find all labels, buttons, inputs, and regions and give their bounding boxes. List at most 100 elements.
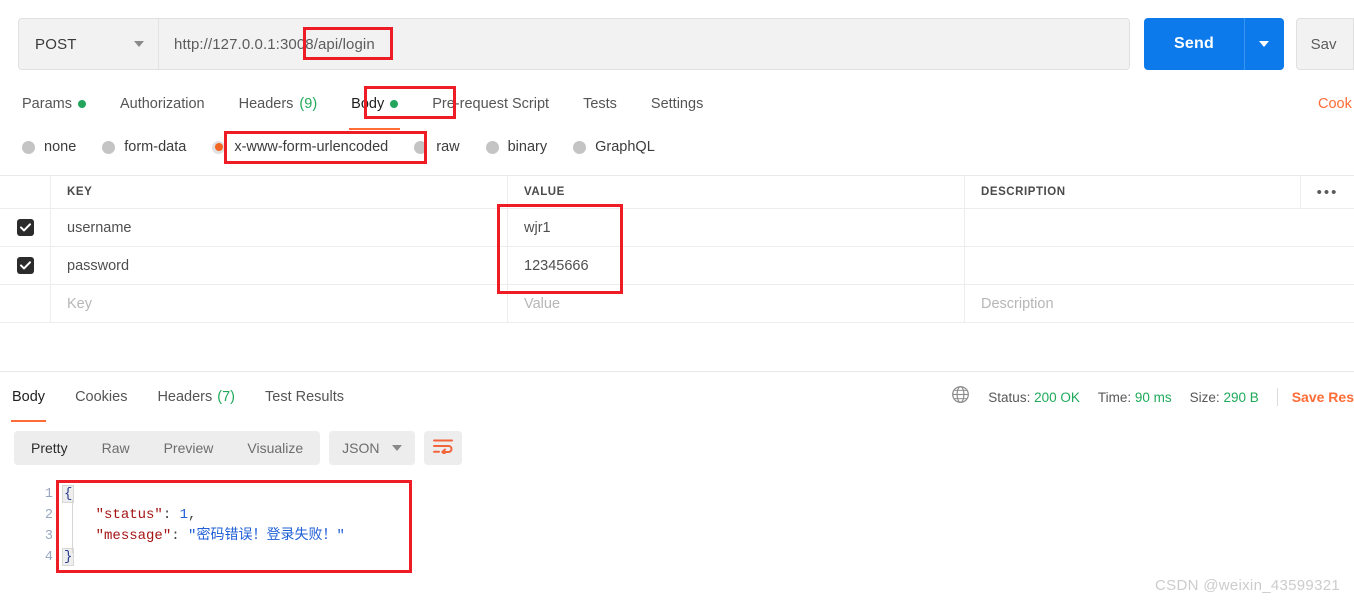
- radio-binary[interactable]: binary: [485, 139, 547, 155]
- code-key-message: "message": [95, 528, 172, 544]
- postman-window: POST http://127.0.0.1:3008/api/login Sen…: [0, 0, 1354, 604]
- empty-value-cell[interactable]: Value: [508, 285, 965, 322]
- size-item: Size: 290 B: [1190, 390, 1259, 405]
- response-tab-cookies-label: Cookies: [75, 389, 128, 405]
- tab-tests[interactable]: Tests: [583, 86, 617, 122]
- request-tabs: Params Authorization Headers (9) Body Pr…: [0, 86, 1354, 130]
- size-value: 290 B: [1223, 389, 1259, 405]
- radio-raw-label: raw: [436, 139, 460, 155]
- tab-tests-label: Tests: [583, 96, 617, 112]
- green-dot-icon: [390, 100, 399, 108]
- header-checkbox-cell: [0, 176, 51, 208]
- radio-selected-icon: [212, 140, 226, 154]
- radio-icon: [414, 140, 428, 154]
- checkbox-checked-icon[interactable]: [16, 219, 34, 236]
- word-wrap-button[interactable]: [423, 431, 462, 465]
- code-close-brace: }: [62, 548, 75, 566]
- response-tab-headers-count: (7): [217, 389, 235, 405]
- url-input[interactable]: http://127.0.0.1:3008/api/login: [159, 19, 1129, 69]
- chevron-down-icon: [391, 445, 402, 451]
- tab-params[interactable]: Params: [22, 86, 86, 122]
- status-label: Status:: [988, 389, 1031, 405]
- row-checkbox-cell[interactable]: [0, 209, 51, 246]
- code-content[interactable]: { "status": 1, "message": "密码错误！登录失败！" }: [62, 480, 1354, 580]
- radio-x-www-form-urlencoded-label: x-www-form-urlencoded: [234, 139, 389, 155]
- send-options-button[interactable]: [1245, 18, 1284, 70]
- tab-body[interactable]: Body: [349, 86, 401, 130]
- radio-icon: [102, 140, 116, 154]
- row-description-cell[interactable]: [965, 247, 1354, 284]
- radio-graphql-label: GraphQL: [595, 139, 655, 155]
- word-wrap-icon: [432, 438, 453, 459]
- status-value: 200 OK: [1034, 389, 1080, 405]
- tab-params-label: Params: [22, 96, 72, 112]
- table-empty-row: Key Value Description: [0, 285, 1354, 323]
- format-tab-pretty[interactable]: Pretty: [14, 431, 85, 465]
- empty-key-cell[interactable]: Key: [51, 285, 508, 322]
- response-tab-test-results[interactable]: Test Results: [265, 379, 344, 415]
- tab-pre-request-script-label: Pre-request Script: [432, 96, 550, 112]
- tab-settings[interactable]: Settings: [651, 86, 703, 122]
- code-line-3: "message": "密码错误！登录失败！": [62, 526, 1354, 547]
- response-meta-bar: Status: 200 OK Time: 90 ms Size: 290 B S…: [951, 379, 1354, 415]
- tab-authorization[interactable]: Authorization: [120, 86, 205, 122]
- tab-pre-request-script[interactable]: Pre-request Script: [432, 86, 549, 122]
- table-row: username wjr1: [0, 209, 1354, 247]
- method-url-group: POST http://127.0.0.1:3008/api/login: [18, 18, 1130, 70]
- save-button[interactable]: Sav: [1295, 18, 1354, 70]
- row-value-cell[interactable]: 12345666: [508, 247, 965, 284]
- code-line-4: }: [62, 547, 1354, 568]
- code-line-numbers: 1 2 3 4: [0, 480, 62, 580]
- line-number: 1: [44, 487, 53, 502]
- tab-body-label: Body: [351, 96, 385, 112]
- format-tab-visualize[interactable]: Visualize: [230, 431, 320, 465]
- table-header-row: KEY VALUE DESCRIPTION •••: [0, 176, 1354, 209]
- radio-icon: [573, 140, 587, 154]
- header-description-label: DESCRIPTION: [981, 186, 1066, 198]
- empty-key-placeholder: Key: [67, 295, 92, 312]
- code-comma: ,: [188, 507, 197, 523]
- row-description-cell[interactable]: [965, 209, 1354, 246]
- send-button[interactable]: Send: [1144, 18, 1244, 70]
- response-tab-headers[interactable]: Headers (7): [157, 379, 235, 415]
- table-row: password 12345666: [0, 247, 1354, 285]
- radio-x-www-form-urlencoded[interactable]: x-www-form-urlencoded: [212, 139, 388, 155]
- url-text: http://127.0.0.1:3008/api/login: [174, 35, 375, 53]
- code-value-status: 1: [179, 507, 189, 523]
- format-tab-raw[interactable]: Raw: [85, 431, 147, 465]
- radio-graphql[interactable]: GraphQL: [573, 139, 655, 155]
- line-number: 3: [44, 529, 53, 544]
- row-checkbox-cell[interactable]: [0, 247, 51, 284]
- format-type-select[interactable]: JSON: [329, 431, 415, 465]
- response-tab-body[interactable]: Body: [10, 379, 47, 422]
- radio-none[interactable]: none: [22, 139, 76, 155]
- radio-raw[interactable]: raw: [414, 139, 460, 155]
- indent-guide: [71, 500, 73, 553]
- save-response-button[interactable]: Save Res: [1292, 389, 1354, 405]
- body-type-radio-group: none form-data x-www-form-urlencoded raw…: [0, 131, 1354, 163]
- format-tab-preview[interactable]: Preview: [147, 431, 231, 465]
- radio-form-data[interactable]: form-data: [102, 139, 186, 155]
- tab-headers-label: Headers: [238, 96, 294, 112]
- tab-authorization-label: Authorization: [119, 96, 205, 112]
- send-button-group[interactable]: Send: [1143, 18, 1284, 70]
- tab-settings-label: Settings: [650, 96, 704, 112]
- empty-description-cell[interactable]: Description: [965, 285, 1354, 322]
- code-colon: :: [171, 528, 189, 544]
- header-key-cell: KEY: [51, 176, 508, 208]
- row-key-cell[interactable]: username: [51, 209, 508, 246]
- response-tab-test-results-label: Test Results: [265, 389, 344, 405]
- row-key-cell[interactable]: password: [51, 247, 508, 284]
- ellipsis-icon[interactable]: •••: [1300, 176, 1354, 208]
- cookies-link[interactable]: Cook: [1318, 86, 1354, 122]
- checkbox-checked-icon[interactable]: [16, 257, 34, 274]
- http-method-select[interactable]: POST: [19, 19, 159, 69]
- radio-icon: [485, 140, 499, 154]
- tab-headers[interactable]: Headers (9): [239, 86, 318, 122]
- header-key-label: KEY: [67, 186, 93, 198]
- response-tab-cookies[interactable]: Cookies: [75, 379, 127, 415]
- globe-icon: [951, 385, 970, 409]
- chevron-down-icon: [134, 41, 144, 47]
- row-value-cell[interactable]: wjr1: [508, 209, 965, 246]
- header-value-label: VALUE: [524, 186, 565, 198]
